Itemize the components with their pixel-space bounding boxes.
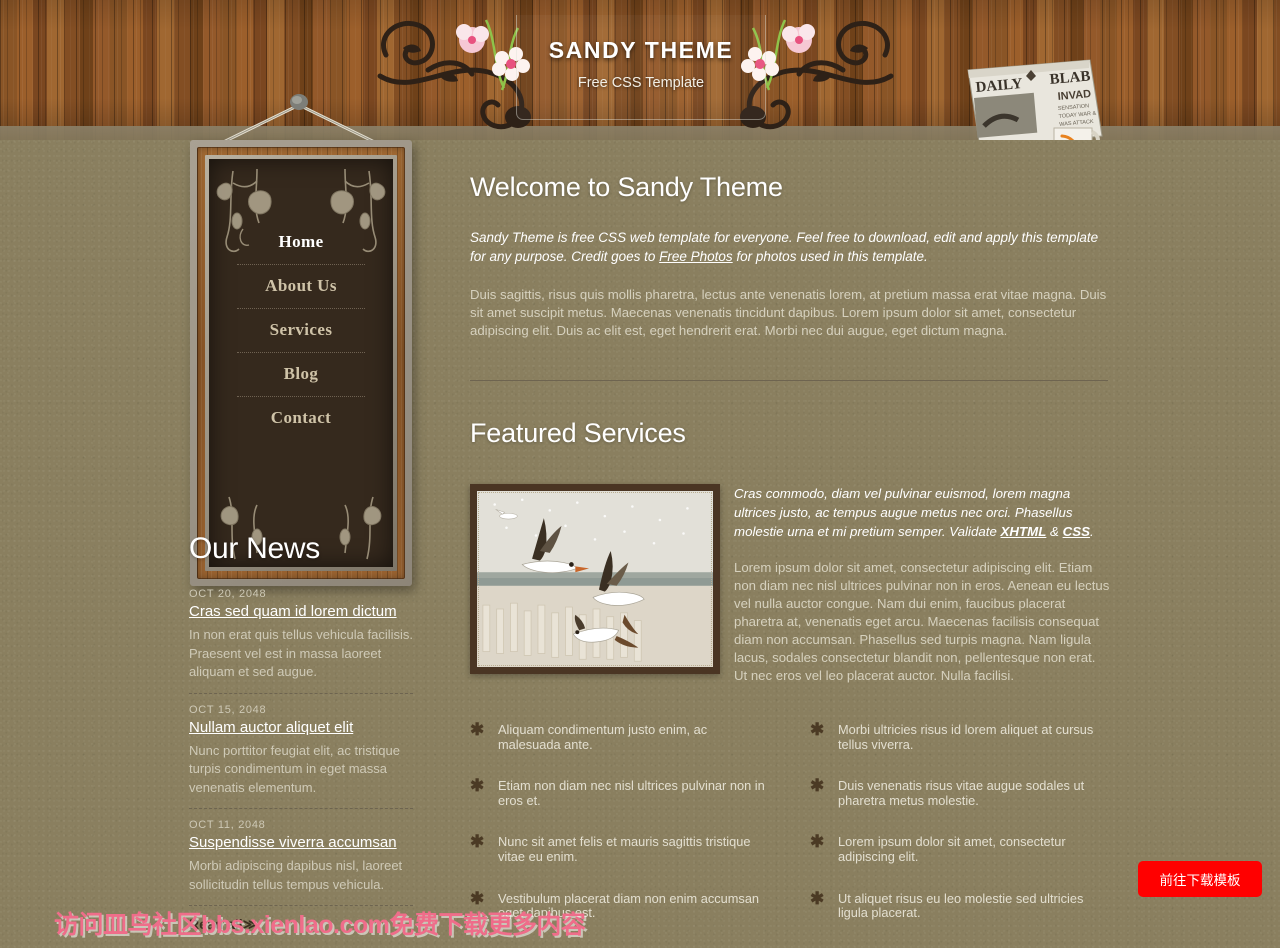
nav-item-services[interactable]: Services: [237, 308, 365, 352]
asterisk-bullet-icon: ✱: [470, 832, 485, 852]
list-item: ✱ Etiam non diam nec nisl ultrices pulvi…: [470, 776, 770, 808]
news-section-title: Our News: [189, 532, 320, 565]
news-item: OCT 11, 2048 Suspendisse viverra accumsa…: [189, 808, 413, 905]
frame-wood-moulding: Home About Us Services Blog Contact: [197, 147, 405, 579]
news-section: Our News OCT 20, 2048 Cras sed quam id l…: [185, 532, 417, 934]
free-photos-link[interactable]: Free Photos: [659, 249, 733, 264]
news-date: OCT 11, 2048: [189, 819, 266, 831]
services-title: Featured Services: [470, 418, 686, 448]
main-content: Welcome to Sandy Theme Sandy Theme is fr…: [470, 172, 1110, 948]
welcome-paragraph: Duis sagittis, risus quis mollis pharetr…: [470, 287, 1107, 338]
list-item-text: Etiam non diam nec nisl ultrices pulvina…: [498, 778, 765, 808]
welcome-title: Welcome to Sandy Theme: [470, 172, 783, 202]
css-validate-link[interactable]: CSS: [1063, 524, 1090, 539]
nav-link-contact[interactable]: Contact: [237, 397, 365, 440]
services-text-column: Cras commodo, diam vel pulvinar euismod,…: [720, 484, 1110, 685]
news-date: OCT 20, 2048: [189, 588, 267, 600]
nav-board: Home About Us Services Blog Contact: [209, 159, 393, 567]
services-body: Lorem ipsum dolor sit amet, consectetur …: [734, 560, 1110, 683]
news-headline-link[interactable]: Cras sed quam id lorem dictum: [189, 603, 397, 620]
list-item: ✱ Morbi ultricies risus id lorem aliquet…: [810, 720, 1110, 752]
nav-link-services[interactable]: Services: [237, 309, 365, 352]
welcome-intro-after: for photos used in this template.: [732, 249, 928, 264]
list-item-text: Morbi ultricies risus id lorem aliquet a…: [838, 722, 1094, 752]
section-divider: [470, 380, 1108, 381]
bullet-column-right: ✱ Morbi ultricies risus id lorem aliquet…: [810, 720, 1110, 948]
news-excerpt: Morbi adipiscing dapibus nisl, laoreet s…: [189, 858, 403, 892]
nav-picture-frame: Home About Us Services Blog Contact: [190, 140, 412, 586]
news-item: OCT 15, 2048 Nullam auctor aliquet elit …: [189, 692, 413, 809]
list-item: ✱ Lorem ipsum dolor sit amet, consectetu…: [810, 832, 1110, 864]
list-item-text: Ut aliquet risus eu leo molestie sed ult…: [838, 890, 1084, 921]
list-item-text: Lorem ipsum dolor sit amet, consectetur …: [838, 834, 1066, 864]
newspaper-and-rss-mug-decoration: DAILY BLAB INVAD SENSATION TODAY WAR & W…: [967, 59, 1103, 140]
cherry-blossom-1: [456, 24, 489, 53]
services-em-after: .: [1089, 524, 1094, 539]
services-intro: Cras commodo, diam vel pulvinar euismod,…: [734, 484, 1110, 541]
page-title: SANDY THEME: [548, 37, 734, 63]
news-item: OCT 20, 2048 Cras sed quam id lorem dict…: [189, 588, 413, 693]
welcome-intro: Sandy Theme is free CSS web template for…: [470, 228, 1110, 266]
seagulls-photo: [477, 491, 713, 667]
list-item: ✱ Nunc sit amet felis et mauris sagittis…: [470, 832, 770, 864]
frame-inner-bevel: Home About Us Services Blog Contact: [205, 155, 397, 571]
list-item-text: Nunc sit amet felis et mauris sagittis t…: [498, 834, 751, 864]
site-title-plaque: SANDY THEME Free CSS Template: [516, 15, 766, 120]
asterisk-bullet-icon: ✱: [470, 720, 485, 739]
news-headline-link[interactable]: Nullam auctor aliquet elit: [189, 719, 353, 736]
nav-link-blog[interactable]: Blog: [237, 353, 365, 396]
list-item: ✱ Ut aliquet risus eu leo molestie sed u…: [810, 888, 1110, 921]
list-item: ✱ Aliquam condimentum justo enim, ac mal…: [470, 720, 770, 752]
nav-item-contact[interactable]: Contact: [237, 396, 365, 440]
main-navigation: Home About Us Services Blog Contact: [209, 221, 393, 440]
list-item: ✱ Duis venenatis risus vitae augue sodal…: [810, 776, 1110, 808]
news-date: OCT 15, 2048: [189, 703, 267, 716]
asterisk-bullet-icon: ✱: [810, 888, 825, 908]
nav-link-home[interactable]: Home: [237, 221, 365, 264]
site-slogan: Free CSS Template: [577, 75, 705, 91]
rss-coffee-mug-icon: [1053, 127, 1100, 140]
news-excerpt: In non erat quis tellus vehicula facilis…: [189, 627, 414, 679]
asterisk-bullet-icon: ✱: [470, 888, 485, 908]
asterisk-bullet-icon: ✱: [810, 776, 825, 796]
nav-item-home[interactable]: Home: [237, 221, 365, 264]
download-template-button[interactable]: 前往下载模板: [1138, 861, 1262, 897]
nav-item-blog[interactable]: Blog: [237, 352, 365, 396]
news-headline-link[interactable]: Suspendisse viverra accumsan: [189, 834, 397, 851]
news-excerpt: Nunc porttitor feugiat elit, ac tristiqu…: [189, 742, 400, 795]
site-watermark: 访问皿鸟社区bbs.xienlao.com免费下载更多内容: [54, 911, 586, 939]
services-em-mid: &: [1046, 524, 1063, 539]
nav-link-about-us[interactable]: About Us: [237, 265, 365, 308]
asterisk-bullet-icon: ✱: [810, 720, 825, 739]
services-row: Cras commodo, diam vel pulvinar euismod,…: [470, 484, 1110, 685]
asterisk-bullet-icon: ✱: [470, 776, 485, 796]
nav-item-about-us[interactable]: About Us: [237, 264, 365, 308]
services-photo-frame: [470, 484, 720, 674]
asterisk-bullet-icon: ✱: [810, 832, 825, 852]
xhtml-validate-link[interactable]: XHTML: [1001, 524, 1047, 539]
list-item-text: Aliquam condimentum justo enim, ac males…: [498, 722, 708, 752]
list-item-text: Duis venenatis risus vitae augue sodales…: [838, 778, 1085, 808]
